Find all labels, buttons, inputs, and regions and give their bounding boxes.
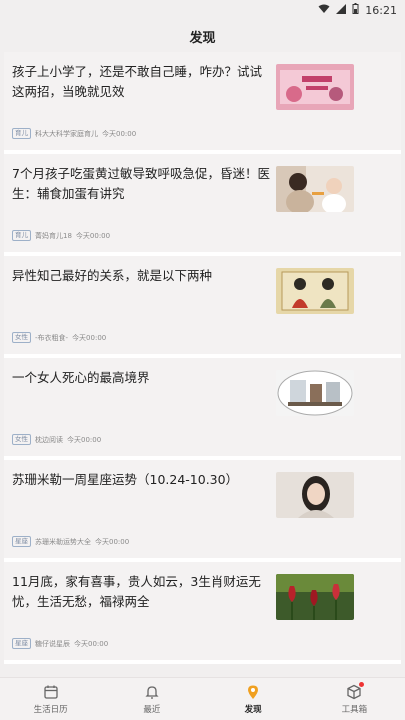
feed-card-thumbnail bbox=[276, 268, 354, 314]
feed-card-thumbnail bbox=[276, 370, 354, 416]
feed-card-title: 11月底，家有喜事，贵人如云，3生肖财运无忧，生活无愁，福禄两全 bbox=[12, 574, 261, 609]
category-tag: 女性 bbox=[12, 434, 31, 445]
feed-card[interactable]: 苏珊米勒一周星座运势（10.24-10.30） 星座 苏珊米勒运势大全 今天00… bbox=[4, 460, 401, 562]
category-tag: 星座 bbox=[12, 536, 31, 547]
feed-card-title: 一个女人死心的最高境界 bbox=[12, 370, 150, 385]
tab-label: 生活日历 bbox=[33, 704, 68, 715]
feed-card[interactable]: 7个月孩子吃蛋黄过敏导致呼吸急促，昏迷！医生：辅食加蛋有讲究 育儿 菁妈育儿18… bbox=[4, 154, 401, 256]
wifi-icon bbox=[318, 4, 330, 17]
tab-label: 最近 bbox=[143, 704, 161, 715]
status-time: 16:21 bbox=[365, 3, 397, 17]
feed-card-meta: 女性 枕边阅读 今天00:00 bbox=[12, 434, 101, 445]
feed-card[interactable]: 一个女人死心的最高境界 女性 枕边阅读 今天00:00 bbox=[4, 358, 401, 460]
feed-card-thumbnail bbox=[276, 166, 354, 212]
feed-card[interactable]: 11月底，家有喜事，贵人如云，3生肖财运无忧，生活无愁，福禄两全 星座 糖仔说星… bbox=[4, 562, 401, 664]
tab-label: 工具箱 bbox=[341, 704, 368, 715]
tab-label: 发现 bbox=[244, 704, 262, 715]
bell-icon bbox=[145, 685, 159, 699]
source-name: 糖仔说星辰 bbox=[35, 639, 70, 648]
feed-card-title: 7个月孩子吃蛋黄过敏导致呼吸急促，昏迷！医生：辅食加蛋有讲究 bbox=[12, 166, 270, 201]
status-bar: 16:21 bbox=[0, 0, 405, 20]
source-name: 苏珊米勒运势大全 bbox=[35, 537, 91, 546]
calendar-icon bbox=[43, 685, 58, 699]
category-tag: 星座 bbox=[12, 638, 31, 649]
feed-card-meta: 星座 苏珊米勒运势大全 今天00:00 bbox=[12, 536, 129, 547]
feed-card-meta: 育儿 菁妈育儿18 今天00:00 bbox=[12, 230, 110, 241]
feed-card-title: 苏珊米勒一周星座运势（10.24-10.30） bbox=[12, 472, 239, 487]
publish-time: 今天00:00 bbox=[75, 231, 111, 240]
publish-time: 今天00:00 bbox=[72, 333, 107, 342]
signal-icon bbox=[336, 3, 347, 17]
feed-card[interactable]: 异性知己最好的关系，就是以下两种 女性 -布衣粗食- 今天00:00 bbox=[4, 256, 401, 358]
publish-time: 今天00:00 bbox=[67, 435, 102, 444]
feed-card-thumbnail bbox=[276, 574, 354, 620]
tab-life-calendar[interactable]: 生活日历 bbox=[11, 684, 91, 715]
feed-card-title: 异性知己最好的关系，就是以下两种 bbox=[12, 268, 213, 283]
feed-card-meta: 女性 -布衣粗食- 今天00:00 bbox=[12, 332, 106, 343]
category-tag: 育儿 bbox=[12, 230, 31, 241]
category-tag: 育儿 bbox=[12, 128, 31, 139]
source-name: -布衣粗食- bbox=[35, 333, 69, 342]
source-name: 科大大科学家庭育儿 bbox=[35, 129, 98, 138]
feed-card[interactable]: 孩子上小学了，还是不敢自己睡，咋办？试试这两招，当晚就见效 育儿 科大大科学家庭… bbox=[4, 52, 401, 154]
notification-dot bbox=[359, 681, 365, 687]
category-tag: 女性 bbox=[12, 332, 31, 343]
source-name: 菁妈育儿18 bbox=[35, 231, 72, 240]
tab-toolbox[interactable]: 工具箱 bbox=[314, 681, 394, 715]
feed-card-thumbnail bbox=[276, 472, 354, 518]
tab-recent[interactable]: 最近 bbox=[112, 684, 192, 715]
feed-card-title: 孩子上小学了，还是不敢自己睡，咋办？试试这两招，当晚就见效 bbox=[12, 64, 263, 99]
feed-card-meta: 育儿 科大大科学家庭育儿 今天00:00 bbox=[12, 128, 136, 139]
publish-time: 今天00:00 bbox=[95, 537, 130, 546]
publish-time: 今天00:00 bbox=[74, 639, 109, 648]
bottom-tab-bar: 生活日历 最近 发现 工具箱 bbox=[0, 677, 405, 720]
publish-time: 今天00:00 bbox=[102, 129, 137, 138]
battery-icon bbox=[352, 3, 359, 17]
source-name: 枕边阅读 bbox=[35, 435, 63, 444]
page-title: 发现 bbox=[189, 30, 216, 46]
location-pin-icon bbox=[248, 685, 259, 699]
feed-card-thumbnail bbox=[276, 64, 354, 110]
tab-discover[interactable]: 发现 bbox=[213, 684, 293, 715]
discover-feed: 孩子上小学了，还是不敢自己睡，咋办？试试这两招，当晚就见效 育儿 科大大科学家庭… bbox=[0, 52, 405, 664]
feed-card-meta: 星座 糖仔说星辰 今天00:00 bbox=[12, 638, 108, 649]
